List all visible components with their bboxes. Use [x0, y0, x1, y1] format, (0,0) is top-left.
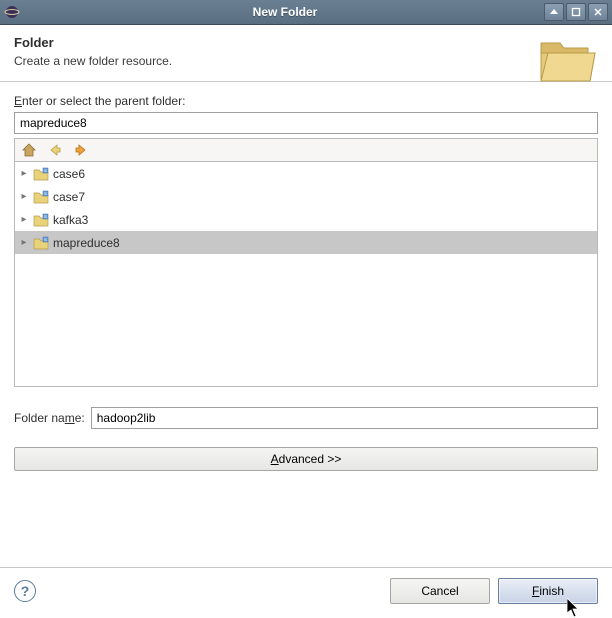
- home-icon[interactable]: [21, 142, 37, 158]
- tree-item[interactable]: ▸ S case7: [15, 185, 597, 208]
- project-folder-icon: S: [33, 166, 49, 182]
- advanced-button[interactable]: Advanced >>: [14, 447, 598, 471]
- button-bar: ? Cancel Finish: [0, 567, 612, 618]
- project-folder-icon: S: [33, 212, 49, 228]
- tree-item[interactable]: ▸ S mapreduce8: [15, 231, 597, 254]
- parent-folder-label: Enter or select the parent folder:: [14, 94, 598, 108]
- content-area: Enter or select the parent folder:: [0, 82, 612, 567]
- expand-arrow-icon[interactable]: ▸: [19, 169, 29, 179]
- folder-banner-icon: [538, 33, 598, 88]
- expand-arrow-icon[interactable]: ▸: [19, 215, 29, 225]
- folder-name-input[interactable]: [91, 407, 598, 429]
- folder-name-label: Folder name:: [14, 411, 85, 425]
- dialog-body: Folder Create a new folder resource. Ent…: [0, 25, 612, 618]
- finish-button[interactable]: Finish: [498, 578, 598, 604]
- back-arrow-icon[interactable]: [47, 142, 63, 158]
- project-folder-icon: S: [33, 189, 49, 205]
- maximize-button[interactable]: [566, 3, 586, 21]
- svg-text:S: S: [44, 237, 47, 242]
- svg-text:S: S: [44, 191, 47, 196]
- rollup-button[interactable]: [544, 3, 564, 21]
- tree-item[interactable]: ▸ S kafka3: [15, 208, 597, 231]
- title-bar: New Folder: [0, 0, 612, 25]
- expand-arrow-icon[interactable]: ▸: [19, 192, 29, 202]
- tree-pane[interactable]: ▸ S case6 ▸ S case7 ▸ S kafka3: [14, 161, 598, 387]
- tree-toolbar: [14, 138, 598, 161]
- parent-folder-input[interactable]: [14, 112, 598, 134]
- tree-item[interactable]: ▸ S case6: [15, 162, 597, 185]
- page-subtitle: Create a new folder resource.: [14, 54, 598, 68]
- close-button[interactable]: [588, 3, 608, 21]
- tree-item-label: mapreduce8: [53, 236, 120, 250]
- cancel-button[interactable]: Cancel: [390, 578, 490, 604]
- tree-item-label: kafka3: [53, 213, 88, 227]
- help-icon[interactable]: ?: [14, 580, 36, 602]
- forward-arrow-icon[interactable]: [73, 142, 89, 158]
- tree-item-label: case6: [53, 167, 85, 181]
- eclipse-icon: [4, 4, 20, 20]
- expand-arrow-icon[interactable]: ▸: [19, 238, 29, 248]
- tree-item-label: case7: [53, 190, 85, 204]
- page-title: Folder: [14, 35, 598, 50]
- window-title: New Folder: [26, 5, 544, 19]
- wizard-header: Folder Create a new folder resource.: [0, 25, 612, 81]
- project-folder-icon: S: [33, 235, 49, 251]
- svg-text:S: S: [44, 168, 47, 173]
- svg-text:S: S: [44, 214, 47, 219]
